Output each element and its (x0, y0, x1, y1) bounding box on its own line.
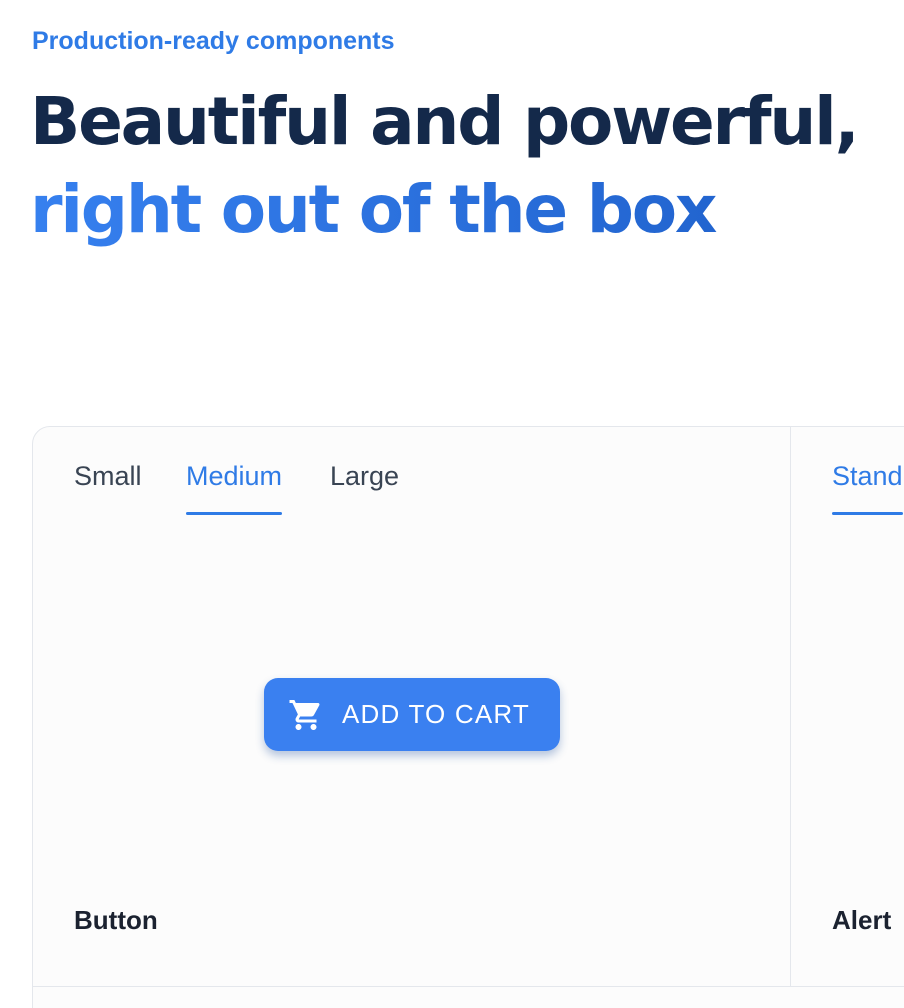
tab-standard[interactable]: Stand (832, 455, 903, 515)
alert-demo-panel: Stand Alert (791, 427, 904, 987)
shopping-cart-icon (288, 697, 324, 733)
tab-large[interactable]: Large (330, 455, 399, 515)
eyebrow-text: Production-ready components (32, 27, 395, 55)
alert-panel-title: Alert (832, 905, 892, 935)
add-to-cart-label: ADD TO CART (342, 699, 531, 729)
tab-medium[interactable]: Medium (186, 455, 283, 515)
tab-small[interactable]: Small (74, 455, 142, 515)
row-divider (33, 986, 904, 987)
add-to-cart-button[interactable]: ADD TO CART (264, 678, 560, 751)
button-panel-title: Button (74, 905, 158, 935)
headline-line-2: right out of the box (30, 166, 857, 254)
button-demo-panel: Small Medium Large ADD TO CART Button (33, 427, 791, 987)
hero-headline: Beautiful and powerful, right out of the… (30, 78, 860, 254)
headline-line-1: Beautiful and powerful, (30, 83, 860, 160)
component-demo-card: Small Medium Large ADD TO CART Button St… (32, 426, 904, 1008)
